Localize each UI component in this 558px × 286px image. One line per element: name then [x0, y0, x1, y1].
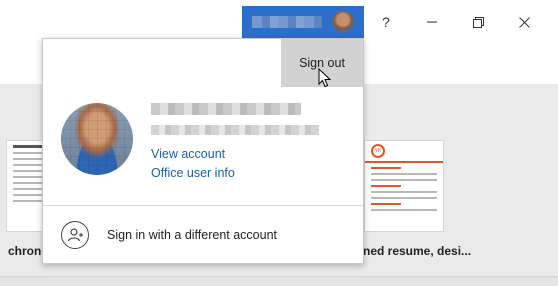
- close-button[interactable]: [504, 6, 544, 38]
- thumbnail-line: [371, 191, 437, 193]
- account-button[interactable]: [242, 6, 364, 38]
- user-name-redacted: [151, 103, 301, 115]
- account-name-redacted: [252, 16, 322, 28]
- office-user-info-link[interactable]: Office user info: [151, 166, 235, 180]
- thumbnail-line: [371, 179, 437, 181]
- thumbnail-line: [371, 203, 401, 205]
- thumbnail-line: [371, 197, 437, 199]
- person-plus-icon: [68, 228, 83, 242]
- template-thumbnail[interactable]: YK: [364, 140, 444, 232]
- thumbnail-line: [371, 185, 401, 187]
- minimize-icon: [427, 21, 437, 23]
- sign-in-different-account-button[interactable]: Sign in with a different account: [43, 206, 363, 264]
- sign-in-different-account-label: Sign in with a different account: [107, 228, 278, 242]
- avatar: [61, 103, 133, 175]
- restore-icon: [472, 16, 484, 28]
- minimize-button[interactable]: [412, 6, 452, 38]
- horizontal-scrollbar[interactable]: [0, 276, 558, 286]
- avatar-pixelation: [61, 103, 133, 175]
- view-account-link[interactable]: View account: [151, 147, 225, 161]
- help-button[interactable]: ?: [366, 6, 406, 38]
- help-icon: ?: [382, 14, 390, 30]
- thumbnail-line: [371, 209, 437, 211]
- thumbnail-line: [371, 173, 437, 175]
- user-email-redacted: [151, 125, 319, 135]
- avatar-small: [332, 11, 354, 33]
- thumbnail-line: [371, 167, 401, 169]
- template-caption: ned resume, desi...: [363, 244, 472, 258]
- mouse-pointer-icon: [318, 68, 332, 88]
- resume-badge: YK: [371, 144, 385, 158]
- restore-button[interactable]: [458, 6, 498, 38]
- add-user-icon: [61, 221, 89, 249]
- close-icon: [518, 16, 530, 28]
- thumbnail-header: YK: [365, 141, 443, 163]
- account-panel: Sign out View account Office user info S…: [42, 38, 364, 264]
